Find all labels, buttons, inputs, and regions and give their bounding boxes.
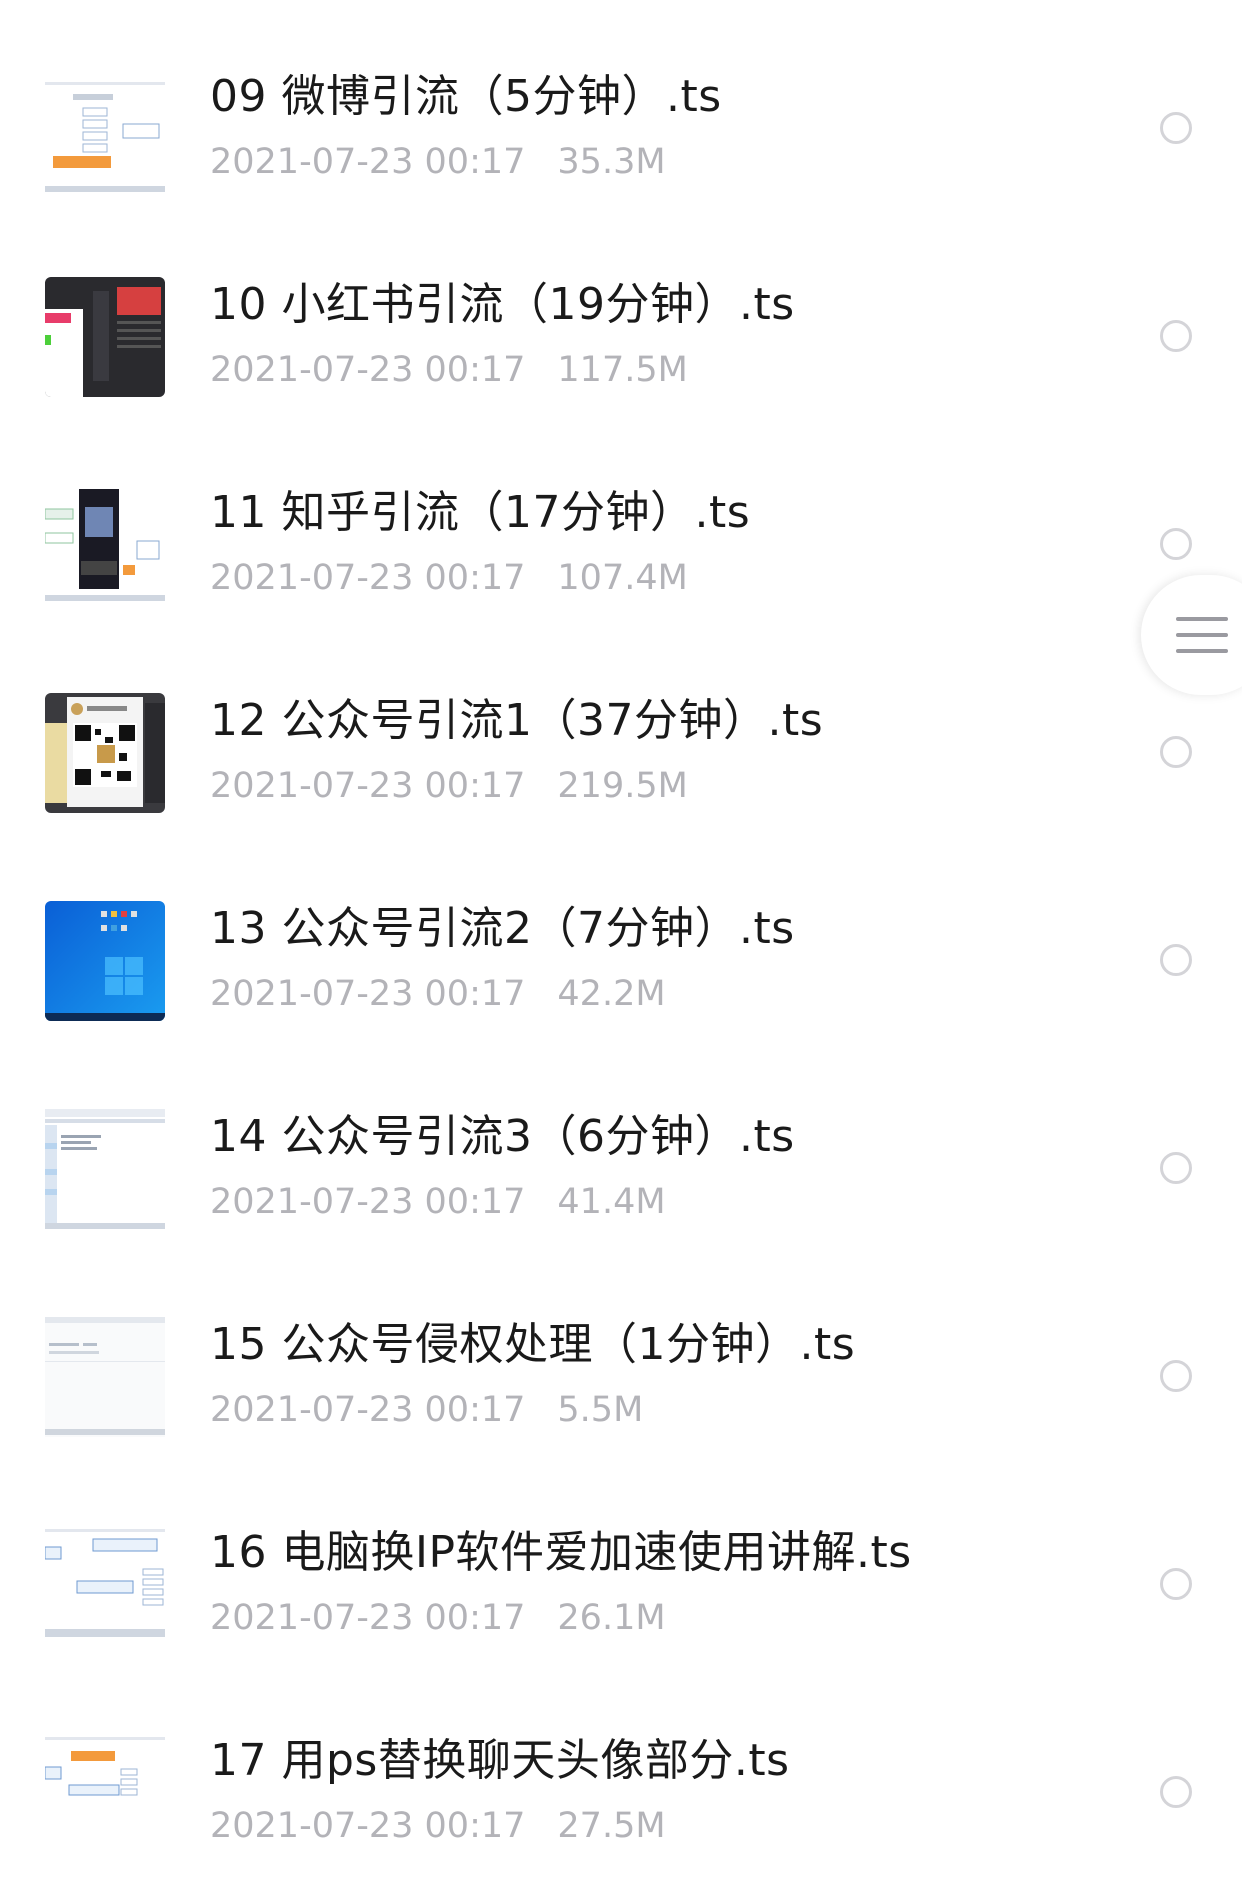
file-size: 107.4M [557,558,688,598]
file-name: 12 公众号引流1（37分钟）.ts [210,695,824,746]
file-size: 35.3M [557,142,666,182]
list-item[interactable]: 13 公众号引流2（7分钟）.ts 2021-07-23 00:17 42.2M [0,856,1242,1064]
select-radio[interactable] [1160,944,1192,976]
list-item[interactable]: 09 微博引流（5分钟）.ts 2021-07-23 00:17 35.3M [0,24,1242,232]
file-info: 2021-07-23 00:17 41.4M [210,1180,666,1224]
video-thumbnail [45,1109,165,1229]
menu-handle-icon [1176,617,1228,653]
list-item[interactable]: 16 电脑换IP软件爱加速使用讲解.ts 2021-07-23 00:17 26.… [0,1480,1242,1688]
file-date: 2021-07-23 00:17 [210,1806,526,1846]
file-name: 14 公众号引流3（6分钟）.ts [210,1111,795,1162]
video-mindmap-icon [45,485,165,605]
webpage-icon [45,1317,165,1437]
video-thumbnail [45,693,165,813]
file-info: 2021-07-23 00:17 117.5M [210,348,688,392]
file-name: 17 用ps替换聊天头像部分.ts [210,1735,790,1786]
file-info: 2021-07-23 00:17 42.2M [210,972,666,1016]
list-item[interactable]: 14 公众号引流3（6分钟）.ts 2021-07-23 00:17 41.4M [0,1064,1242,1272]
file-date: 2021-07-23 00:17 [210,766,526,806]
file-date: 2021-07-23 00:17 [210,1390,526,1430]
list-item[interactable]: 10 小红书引流（19分钟）.ts 2021-07-23 00:17 117.5M [0,232,1242,440]
file-name: 10 小红书引流（19分钟）.ts [210,279,795,330]
mindmap-blue-icon [45,1525,165,1645]
select-radio[interactable] [1160,736,1192,768]
video-thumbnail [45,78,165,198]
windows-desktop-icon [45,901,165,1021]
select-radio[interactable] [1160,528,1192,560]
file-name: 13 公众号引流2（7分钟）.ts [210,903,795,954]
video-thumbnail [45,1733,165,1853]
file-info: 2021-07-23 00:17 219.5M [210,764,688,808]
file-name: 09 微博引流（5分钟）.ts [210,71,722,122]
select-radio[interactable] [1160,1568,1192,1600]
file-size: 26.1M [557,1598,666,1638]
file-size: 219.5M [557,766,688,806]
select-radio[interactable] [1160,1776,1192,1808]
file-info: 2021-07-23 00:17 107.4M [210,556,688,600]
photoshop-dark-icon [45,277,165,397]
file-size: 42.2M [557,974,666,1014]
file-name: 11 知乎引流（17分钟）.ts [210,487,751,538]
select-radio[interactable] [1160,112,1192,144]
file-date: 2021-07-23 00:17 [210,558,526,598]
file-info: 2021-07-23 00:17 26.1M [210,1596,666,1640]
video-thumbnail [45,1317,165,1437]
file-date: 2021-07-23 00:17 [210,1598,526,1638]
file-list: 09 微博引流（5分钟）.ts 2021-07-23 00:17 35.3M 10… [0,0,1242,1853]
file-date: 2021-07-23 00:17 [210,1182,526,1222]
file-name: 16 电脑换IP软件爱加速使用讲解.ts [210,1527,912,1578]
file-info: 2021-07-23 00:17 27.5M [210,1804,666,1848]
file-size: 117.5M [557,350,688,390]
video-thumbnail [45,1525,165,1645]
select-radio[interactable] [1160,1360,1192,1392]
list-item[interactable]: 15 公众号侵权处理（1分钟）.ts 2021-07-23 00:17 5.5M [0,1272,1242,1480]
file-date: 2021-07-23 00:17 [210,350,526,390]
list-item[interactable]: 12 公众号引流1（37分钟）.ts 2021-07-23 00:17 219.5… [0,648,1242,856]
file-date: 2021-07-23 00:17 [210,142,526,182]
video-thumbnail [45,277,165,397]
mindmap-orange-icon [45,78,165,198]
list-item[interactable]: 11 知乎引流（17分钟）.ts 2021-07-23 00:17 107.4M [0,440,1242,648]
qrcode-icon [45,693,165,813]
file-name: 15 公众号侵权处理（1分钟）.ts [210,1319,856,1370]
select-radio[interactable] [1160,1152,1192,1184]
file-info: 2021-07-23 00:17 5.5M [210,1388,643,1432]
file-date: 2021-07-23 00:17 [210,974,526,1014]
file-size: 5.5M [557,1390,644,1430]
mindmap-orange-blue-icon [45,1733,165,1853]
list-item[interactable]: 17 用ps替换聊天头像部分.ts 2021-07-23 00:17 27.5M [0,1688,1242,1896]
file-info: 2021-07-23 00:17 35.3M [210,140,666,184]
video-thumbnail [45,901,165,1021]
video-thumbnail [45,485,165,605]
file-size: 41.4M [557,1182,666,1222]
select-radio[interactable] [1160,320,1192,352]
file-size: 27.5M [557,1806,666,1846]
spreadsheet-icon [45,1109,165,1229]
